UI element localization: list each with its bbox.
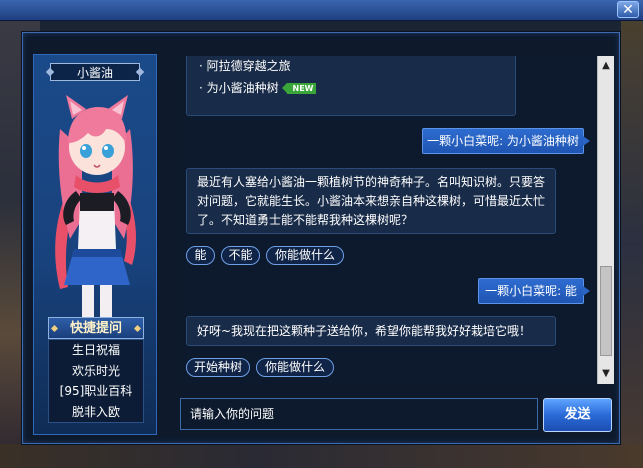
scroll-thumb[interactable] xyxy=(600,266,612,356)
quick-question-birthday[interactable]: 生日祝福 xyxy=(49,340,143,361)
send-button[interactable]: 发送 xyxy=(543,398,612,432)
user-message-text: 一颗小白菜呢: 能 xyxy=(485,284,577,298)
user-message-2: 一颗小白菜呢: 能 xyxy=(478,278,590,304)
chat-scrollbar[interactable]: ▲ ▼ xyxy=(597,56,614,384)
scroll-down-arrow-icon[interactable]: ▼ xyxy=(598,366,614,382)
option-what-can-you-do-button[interactable]: 你能做什么 xyxy=(266,246,344,265)
menu-item-label: 为小酱油种树 xyxy=(206,81,279,95)
option-start-planting-button[interactable]: 开始种树 xyxy=(186,358,250,377)
menu-item-arad-journey[interactable]: · 阿拉德穿越之旅 xyxy=(199,56,515,77)
option-what-can-you-do-button-2[interactable]: 你能做什么 xyxy=(256,358,334,377)
question-input[interactable] xyxy=(180,398,538,430)
npc-message-text: 最近有人塞给小酱油一颗植树节的神奇种子。名叫知识树。只要答对问题，它就能生长。小… xyxy=(197,175,546,227)
scroll-up-arrow-icon[interactable]: ▲ xyxy=(598,58,614,74)
quick-question-class-wiki[interactable]: [95]职业百科 xyxy=(49,381,143,402)
quick-questions-header: 快捷提问 xyxy=(48,317,144,339)
quick-questions-title: 快捷提问 xyxy=(69,321,122,336)
npc-message-2: 好呀~我现在把这颗种子送给你，希望你能帮我好好栽培它哦！ xyxy=(186,316,556,346)
menu-bullet: · xyxy=(199,59,203,73)
close-icon: ✕ xyxy=(622,2,634,18)
npc-message-1: 最近有人塞给小酱油一颗植树节的神奇种子。名叫知识树。只要答对问题，它就能生长。小… xyxy=(186,168,556,234)
quick-questions-list: 生日祝福 欢乐时光 [95]职业百科 脱非入欧 xyxy=(48,339,144,423)
background-right xyxy=(621,20,643,468)
menu-bullet: · xyxy=(199,81,203,95)
option-no-button[interactable]: 不能 xyxy=(221,246,260,265)
chat-transcript: · 阿拉德穿越之旅 · 为小酱油种树 NEW 一颗小白菜呢: 为小酱油种树 最近… xyxy=(180,56,598,384)
menu-item-plant-tree[interactable]: · 为小酱油种树 NEW xyxy=(199,77,515,99)
user-message-text: 一颗小白菜呢: 为小酱油种树 xyxy=(427,134,579,148)
title-bar: ✕ xyxy=(0,0,643,21)
new-badge: NEW xyxy=(281,83,317,94)
npc-message-text: 好呀~我现在把这颗种子送给你，希望你能帮我好好栽培它哦！ xyxy=(197,324,532,338)
character-name-plate: 小酱油 xyxy=(50,63,140,81)
quick-question-happy-time[interactable]: 欢乐时光 xyxy=(49,361,143,382)
background-bottom xyxy=(0,444,643,468)
menu-item-label: 阿拉德穿越之旅 xyxy=(206,59,291,73)
npc-menu-bubble: · 阿拉德穿越之旅 · 为小酱油种树 NEW xyxy=(186,56,516,116)
option-yes-button[interactable]: 能 xyxy=(186,246,215,265)
user-message-1: 一颗小白菜呢: 为小酱油种树 xyxy=(422,128,590,154)
close-button[interactable]: ✕ xyxy=(617,1,639,18)
quick-question-luck[interactable]: 脱非入欧 xyxy=(49,402,143,423)
character-portrait xyxy=(55,95,136,337)
character-name: 小酱油 xyxy=(76,66,113,80)
character-panel: 小酱油 快捷提问 生日祝福 欢乐时光 [95]职业百科 脱非入欧 xyxy=(33,54,157,435)
